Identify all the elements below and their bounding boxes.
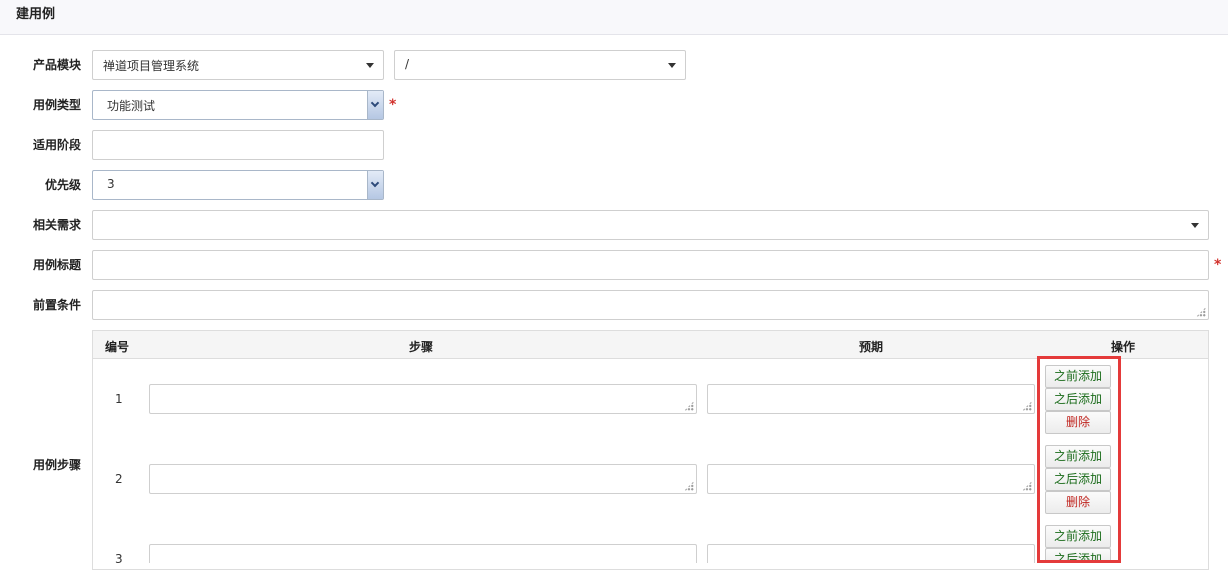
chevron-down-icon — [370, 178, 380, 188]
steps-label: 用例步骤 — [32, 458, 81, 472]
priority-value: 3 — [107, 177, 115, 191]
add-after-button[interactable]: 之后添加 — [1045, 548, 1111, 563]
resize-grip-icon[interactable] — [684, 401, 694, 411]
stage-select[interactable] — [92, 130, 384, 160]
col-num-header: 编号 — [105, 340, 130, 354]
col-expect-header: 预期 — [859, 340, 884, 354]
product-select-value: 禅道项目管理系统 — [103, 59, 200, 73]
col-step-header: 步骤 — [409, 340, 434, 354]
delete-step-button[interactable]: 删除 — [1045, 411, 1111, 434]
resize-grip-icon[interactable] — [684, 481, 694, 491]
product-select[interactable]: 禅道项目管理系统 — [92, 50, 384, 80]
required-asterisk: * — [389, 97, 397, 113]
chevron-down-icon — [370, 98, 380, 108]
priority-select[interactable]: 3 — [92, 170, 384, 200]
case-type-label: 用例类型 — [32, 98, 81, 112]
step-textarea[interactable] — [149, 464, 697, 494]
step-number: 1 — [115, 392, 123, 406]
chevron-down-icon — [1191, 223, 1199, 228]
resize-grip-icon[interactable] — [1022, 481, 1032, 491]
col-action-header: 操作 — [1111, 340, 1136, 354]
step-number: 3 — [115, 552, 123, 566]
step-number: 2 — [115, 472, 123, 486]
add-after-button[interactable]: 之后添加 — [1045, 388, 1111, 411]
title-label: 用例标题 — [32, 258, 81, 272]
story-label: 相关需求 — [32, 218, 81, 232]
page-title: 建用例 — [16, 7, 56, 22]
expect-textarea[interactable] — [707, 544, 1035, 563]
steps-table-header: 编号 步骤 预期 操作 — [93, 331, 1208, 359]
story-select[interactable] — [92, 210, 1209, 240]
add-before-button[interactable]: 之前添加 — [1045, 525, 1111, 548]
case-type-select[interactable]: 功能测试 — [92, 90, 384, 120]
precondition-textarea[interactable] — [92, 290, 1209, 320]
add-after-button[interactable]: 之后添加 — [1045, 468, 1111, 491]
resize-grip-icon[interactable] — [1196, 307, 1206, 317]
resize-grip-icon[interactable] — [1022, 401, 1032, 411]
required-asterisk: * — [1214, 257, 1222, 273]
title-input[interactable] — [92, 250, 1209, 280]
module-select[interactable]: / — [394, 50, 686, 80]
chevron-down-icon — [366, 63, 374, 68]
expect-textarea[interactable] — [707, 464, 1035, 494]
priority-label: 优先级 — [44, 178, 81, 192]
step-textarea[interactable] — [149, 384, 697, 414]
steps-table: 编号 步骤 预期 操作 — [92, 330, 1209, 570]
expect-textarea[interactable] — [707, 384, 1035, 414]
delete-step-button[interactable]: 删除 — [1045, 491, 1111, 514]
precondition-label: 前置条件 — [32, 298, 81, 312]
add-before-button[interactable]: 之前添加 — [1045, 365, 1111, 388]
chevron-down-icon — [668, 63, 676, 68]
dropdown-button[interactable] — [367, 171, 383, 199]
dropdown-button[interactable] — [367, 91, 383, 119]
step-textarea[interactable] — [149, 544, 697, 563]
stage-label: 适用阶段 — [32, 138, 81, 152]
case-type-value: 功能测试 — [107, 99, 156, 113]
page-header: 建用例 — [0, 0, 1228, 35]
add-before-button[interactable]: 之前添加 — [1045, 445, 1111, 468]
module-select-value: / — [405, 57, 410, 71]
product-module-label: 产品模块 — [32, 58, 81, 72]
